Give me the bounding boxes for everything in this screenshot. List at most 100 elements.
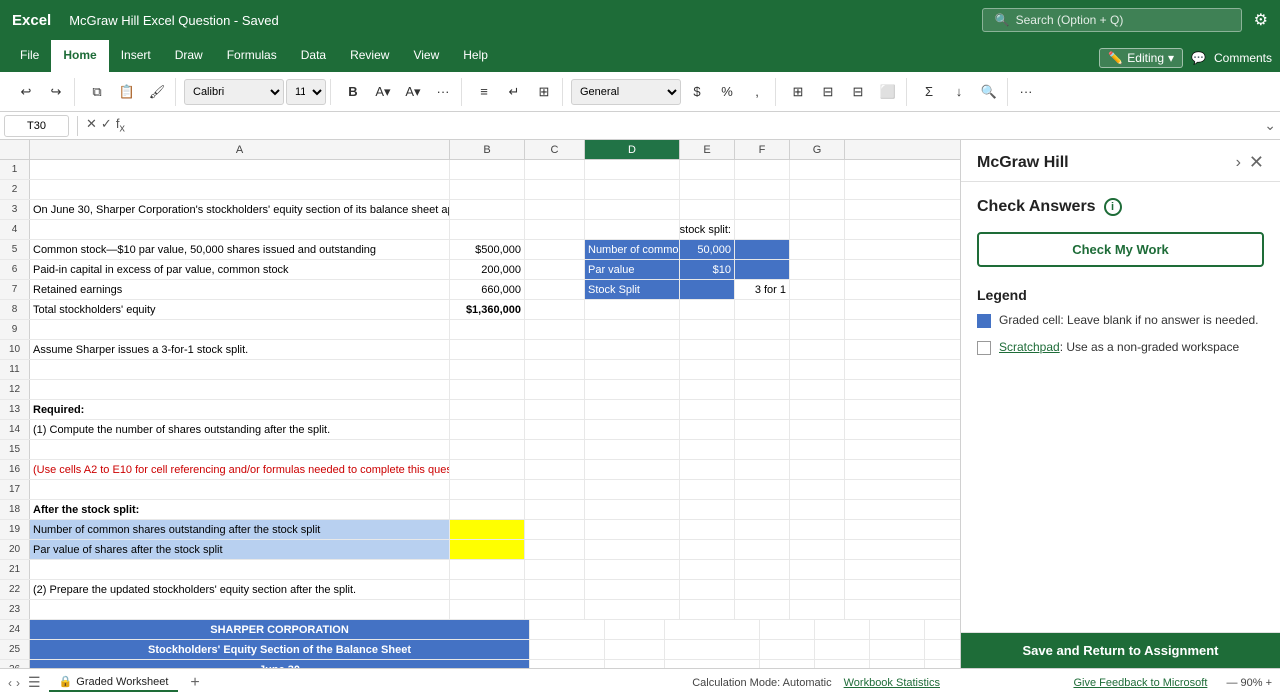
comma-button[interactable]: ,	[743, 78, 771, 106]
more-format-button[interactable]: ···	[429, 78, 457, 106]
table-row: 13Required:	[0, 400, 960, 420]
fill-color-button[interactable]: A▾	[369, 78, 397, 106]
table-row: 14(1) Compute the number of shares outst…	[0, 420, 960, 440]
sheet-tab-label: Graded Worksheet	[76, 676, 168, 688]
legend-graded-item: Graded cell: Leave blank if no answer is…	[977, 313, 1264, 328]
tab-help[interactable]: Help	[451, 40, 500, 72]
more-toolbar-button[interactable]: ···	[1012, 78, 1040, 106]
check-my-work-button[interactable]: Check My Work	[977, 232, 1264, 267]
merge-button[interactable]: ⊞	[530, 78, 558, 106]
col-header-B[interactable]: B	[450, 140, 525, 159]
calc-mode-status: Calculation Mode: Automatic	[692, 677, 831, 689]
table-row: 17	[0, 480, 960, 500]
function-icon[interactable]: fx	[116, 116, 125, 135]
tab-review[interactable]: Review	[338, 40, 401, 72]
find-button[interactable]: 🔍	[975, 78, 1003, 106]
pencil-icon: ✏️	[1108, 51, 1123, 65]
wrap-text-button[interactable]: ↵	[500, 78, 528, 106]
table-row: 16(Use cells A2 to E10 for cell referenc…	[0, 460, 960, 480]
next-sheet-icon[interactable]: ›	[16, 676, 20, 690]
tab-data[interactable]: Data	[289, 40, 338, 72]
add-sheet-button[interactable]: +	[190, 674, 199, 692]
redo-button[interactable]: ↪	[42, 78, 70, 106]
col-header-D[interactable]: D	[585, 140, 680, 159]
table-row: 7Retained earnings660,000Stock Split3 fo…	[0, 280, 960, 300]
table-row: 25Stockholders' Equity Section of the Ba…	[0, 640, 960, 660]
tab-insert[interactable]: Insert	[109, 40, 163, 72]
close-panel-icon[interactable]: ✕	[1249, 152, 1264, 173]
tab-formulas[interactable]: Formulas	[215, 40, 289, 72]
format-painter-button[interactable]: 🖌	[143, 78, 171, 106]
fill-button[interactable]: ↓	[945, 78, 973, 106]
undo-group: ↩ ↪	[8, 78, 75, 106]
col-header-C[interactable]: C	[525, 140, 585, 159]
settings-icon[interactable]: ⚙	[1254, 10, 1268, 30]
col-header-E[interactable]: E	[680, 140, 735, 159]
cell-reference-input[interactable]	[4, 115, 69, 137]
expand-formula-icon[interactable]: ⌄	[1264, 117, 1276, 134]
top-bar: Excel McGraw Hill Excel Question - Saved…	[0, 0, 1280, 40]
bottom-right-status: Give Feedback to Microsoft — 90% +	[952, 677, 1272, 689]
table-row: 9	[0, 320, 960, 340]
workbook-stats-link[interactable]: Workbook Statistics	[844, 677, 940, 689]
toolbar: ↩ ↪ ⧉ 📋 🖌 Calibri 11 B A▾ A▾ ··· ≡ ↵ ⊞ G…	[0, 72, 1280, 112]
conditional-format-button[interactable]: ⬜	[874, 78, 902, 106]
confirm-formula-icon[interactable]: ✓	[101, 116, 112, 135]
tab-home[interactable]: Home	[51, 40, 108, 72]
clipboard-group: ⧉ 📋 🖌	[79, 78, 176, 106]
sigma-group: Σ ↓ 🔍	[911, 78, 1008, 106]
mh-panel-footer: Save and Return to Assignment	[961, 632, 1280, 668]
font-select[interactable]: Calibri	[184, 79, 284, 105]
align-group: ≡ ↵ ⊞	[466, 78, 563, 106]
align-left-button[interactable]: ≡	[470, 78, 498, 106]
formula-input[interactable]	[129, 119, 1260, 133]
col-header-A[interactable]: A	[30, 140, 450, 159]
scratchpad-link[interactable]: Scratchpad	[999, 340, 1060, 354]
feedback-link[interactable]: Give Feedback to Microsoft	[1073, 677, 1207, 689]
sheet-menu-icon[interactable]: ☰	[28, 674, 41, 691]
format-group: B A▾ A▾ ···	[335, 78, 462, 106]
autosum-button[interactable]: Σ	[915, 78, 943, 106]
table-row: 1	[0, 160, 960, 180]
tab-view[interactable]: View	[401, 40, 451, 72]
paste-button[interactable]: 📋	[113, 78, 141, 106]
search-bar[interactable]: 🔍 Search (Option + Q)	[982, 8, 1242, 32]
currency-button[interactable]: $	[683, 78, 711, 106]
bold-button[interactable]: B	[339, 78, 367, 106]
undo-button[interactable]: ↩	[12, 78, 40, 106]
formula-bar: ✕ ✓ fx ⌄	[0, 112, 1280, 140]
comments-label: Comments	[1214, 51, 1272, 65]
check-answers-label: Check Answers	[977, 198, 1096, 216]
number-format-select[interactable]: General	[571, 79, 681, 105]
font-color-button[interactable]: A▾	[399, 78, 427, 106]
save-return-button[interactable]: Save and Return to Assignment	[961, 633, 1280, 668]
format-cells-button[interactable]: ⊟	[844, 78, 872, 106]
sheet-tab-graded[interactable]: 🔒 Graded Worksheet	[49, 673, 179, 692]
prev-sheet-icon[interactable]: ‹	[8, 676, 12, 690]
cancel-formula-icon[interactable]: ✕	[86, 116, 97, 135]
font-size-select[interactable]: 11	[286, 79, 326, 105]
document-title: McGraw Hill Excel Question - Saved	[69, 13, 969, 28]
tab-file[interactable]: File	[8, 40, 51, 72]
col-header-G[interactable]: G	[790, 140, 845, 159]
expand-panel-icon[interactable]: ›	[1236, 154, 1241, 172]
table-row: 5Common stock—$10 par value, 50,000 shar…	[0, 240, 960, 260]
comment-icon: 💬	[1191, 51, 1206, 65]
delete-cells-button[interactable]: ⊟	[814, 78, 842, 106]
main-layout: A B C D E F G 1 2 3On June 30, Sharper C…	[0, 140, 1280, 668]
tab-draw[interactable]: Draw	[163, 40, 215, 72]
cell-group: ⊞ ⊟ ⊟ ⬜	[780, 78, 907, 106]
table-row: 24SHARPER CORPORATION	[0, 620, 960, 640]
percent-button[interactable]: %	[713, 78, 741, 106]
info-icon[interactable]: i	[1104, 198, 1122, 216]
zoom-control[interactable]: — 90% +	[1226, 677, 1272, 689]
col-header-F[interactable]: F	[735, 140, 790, 159]
editing-button[interactable]: ✏️ Editing ▾	[1099, 48, 1183, 68]
formula-divider	[77, 116, 78, 136]
copy-button[interactable]: ⧉	[83, 78, 111, 106]
insert-cells-button[interactable]: ⊞	[784, 78, 812, 106]
table-row: 3On June 30, Sharper Corporation's stock…	[0, 200, 960, 220]
mh-panel: McGraw Hill › ✕ Check Answers i Check My…	[960, 140, 1280, 668]
table-row: 26June 30	[0, 660, 960, 668]
mh-panel-title: McGraw Hill	[977, 154, 1069, 172]
